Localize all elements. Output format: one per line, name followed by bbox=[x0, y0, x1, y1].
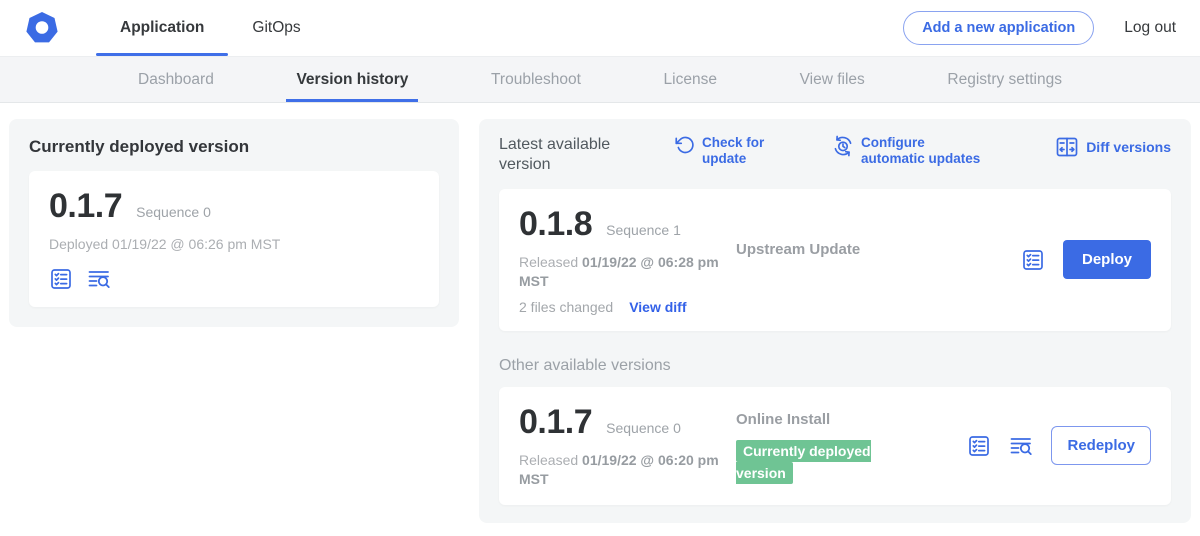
view-diff-link[interactable]: View diff bbox=[629, 299, 686, 315]
subnav-version-history-label: Version history bbox=[296, 71, 408, 89]
check-for-update-label: Check for update bbox=[702, 135, 774, 167]
deployed-version-card: 0.1.7 Sequence 0 Deployed 01/19/22 @ 06:… bbox=[29, 171, 439, 307]
subnav-view-files-label: View files bbox=[800, 71, 865, 89]
files-changed-label: 2 files changed bbox=[519, 299, 613, 315]
clock-sync-icon bbox=[832, 135, 854, 157]
configure-automatic-updates-label: Configure automatic updates bbox=[861, 135, 989, 167]
subnav-view-files[interactable]: View files bbox=[790, 57, 875, 102]
subnav-version-history[interactable]: Version history bbox=[286, 57, 418, 102]
refresh-icon bbox=[675, 135, 695, 155]
configure-automatic-updates-button[interactable]: Configure automatic updates bbox=[832, 135, 989, 167]
diff-columns-icon bbox=[1055, 135, 1079, 159]
updates-header: Latest available version Check for updat… bbox=[499, 135, 1171, 175]
tab-application-label: Application bbox=[120, 19, 204, 37]
latest-version-number: 0.1.8 bbox=[519, 205, 592, 244]
heptagon-logo-icon bbox=[24, 10, 60, 46]
view-files-search-icon[interactable] bbox=[1009, 434, 1033, 458]
tab-gitops[interactable]: GitOps bbox=[228, 0, 324, 56]
deployed-sequence: Sequence 0 bbox=[136, 204, 211, 220]
tab-application[interactable]: Application bbox=[96, 0, 228, 56]
header-right: Add a new application Log out bbox=[903, 0, 1176, 56]
redeploy-button[interactable]: Redeploy bbox=[1051, 426, 1151, 465]
released-prefix: Released bbox=[519, 254, 582, 270]
top-tabs: Application GitOps bbox=[96, 0, 325, 56]
released-prefix: Released bbox=[519, 452, 582, 468]
preflight-checklist-icon[interactable] bbox=[49, 267, 73, 291]
latest-released-timestamp: Released 01/19/22 @ 06:28 pm MST bbox=[519, 253, 724, 291]
subnav-troubleshoot[interactable]: Troubleshoot bbox=[481, 57, 591, 102]
add-application-button[interactable]: Add a new application bbox=[903, 11, 1094, 45]
logout-link[interactable]: Log out bbox=[1124, 19, 1176, 37]
latest-sequence: Sequence 1 bbox=[606, 222, 681, 238]
top-header: Application GitOps Add a new application… bbox=[0, 0, 1200, 57]
available-updates-panel: Latest available version Check for updat… bbox=[479, 119, 1191, 523]
app-subnav: Dashboard Version history Troubleshoot L… bbox=[0, 57, 1200, 103]
latest-source-label: Upstream Update bbox=[736, 205, 860, 258]
subnav-dashboard[interactable]: Dashboard bbox=[128, 57, 224, 102]
other-sequence: Sequence 0 bbox=[606, 420, 681, 436]
other-released-timestamp: Released 01/19/22 @ 06:20 pm MST bbox=[519, 451, 724, 489]
view-files-search-icon[interactable] bbox=[87, 267, 111, 291]
preflight-checklist-icon[interactable] bbox=[1021, 248, 1045, 272]
subnav-troubleshoot-label: Troubleshoot bbox=[491, 71, 581, 89]
deploy-button[interactable]: Deploy bbox=[1063, 240, 1151, 279]
preflight-checklist-icon[interactable] bbox=[967, 434, 991, 458]
tab-gitops-label: GitOps bbox=[252, 19, 300, 37]
main-content: Currently deployed version 0.1.7 Sequenc… bbox=[0, 103, 1200, 536]
latest-available-title: Latest available version bbox=[499, 135, 631, 175]
other-version-number: 0.1.7 bbox=[519, 403, 592, 442]
subnav-registry-settings-label: Registry settings bbox=[947, 71, 1062, 89]
other-available-versions-title: Other available versions bbox=[499, 357, 1171, 375]
other-source-label: Online Install bbox=[736, 411, 888, 428]
currently-deployed-title: Currently deployed version bbox=[29, 137, 439, 157]
subnav-license[interactable]: License bbox=[654, 57, 727, 102]
deployed-timestamp: Deployed 01/19/22 @ 06:26 pm MST bbox=[49, 235, 419, 254]
deployed-version-number: 0.1.7 bbox=[49, 187, 122, 226]
check-for-update-button[interactable]: Check for update bbox=[675, 135, 774, 167]
subnav-license-label: License bbox=[664, 71, 717, 89]
diff-versions-button[interactable]: Diff versions bbox=[1055, 135, 1171, 159]
currently-deployed-badge: Currently deployed version bbox=[736, 440, 871, 484]
subnav-registry-settings[interactable]: Registry settings bbox=[937, 57, 1072, 102]
other-version-card: 0.1.7 Sequence 0 Released 01/19/22 @ 06:… bbox=[499, 387, 1171, 505]
currently-deployed-panel: Currently deployed version 0.1.7 Sequenc… bbox=[9, 119, 459, 327]
app-logo[interactable] bbox=[24, 0, 60, 56]
latest-version-card: 0.1.8 Sequence 1 Released 01/19/22 @ 06:… bbox=[499, 189, 1171, 331]
subnav-dashboard-label: Dashboard bbox=[138, 71, 214, 89]
diff-versions-label: Diff versions bbox=[1086, 139, 1171, 156]
